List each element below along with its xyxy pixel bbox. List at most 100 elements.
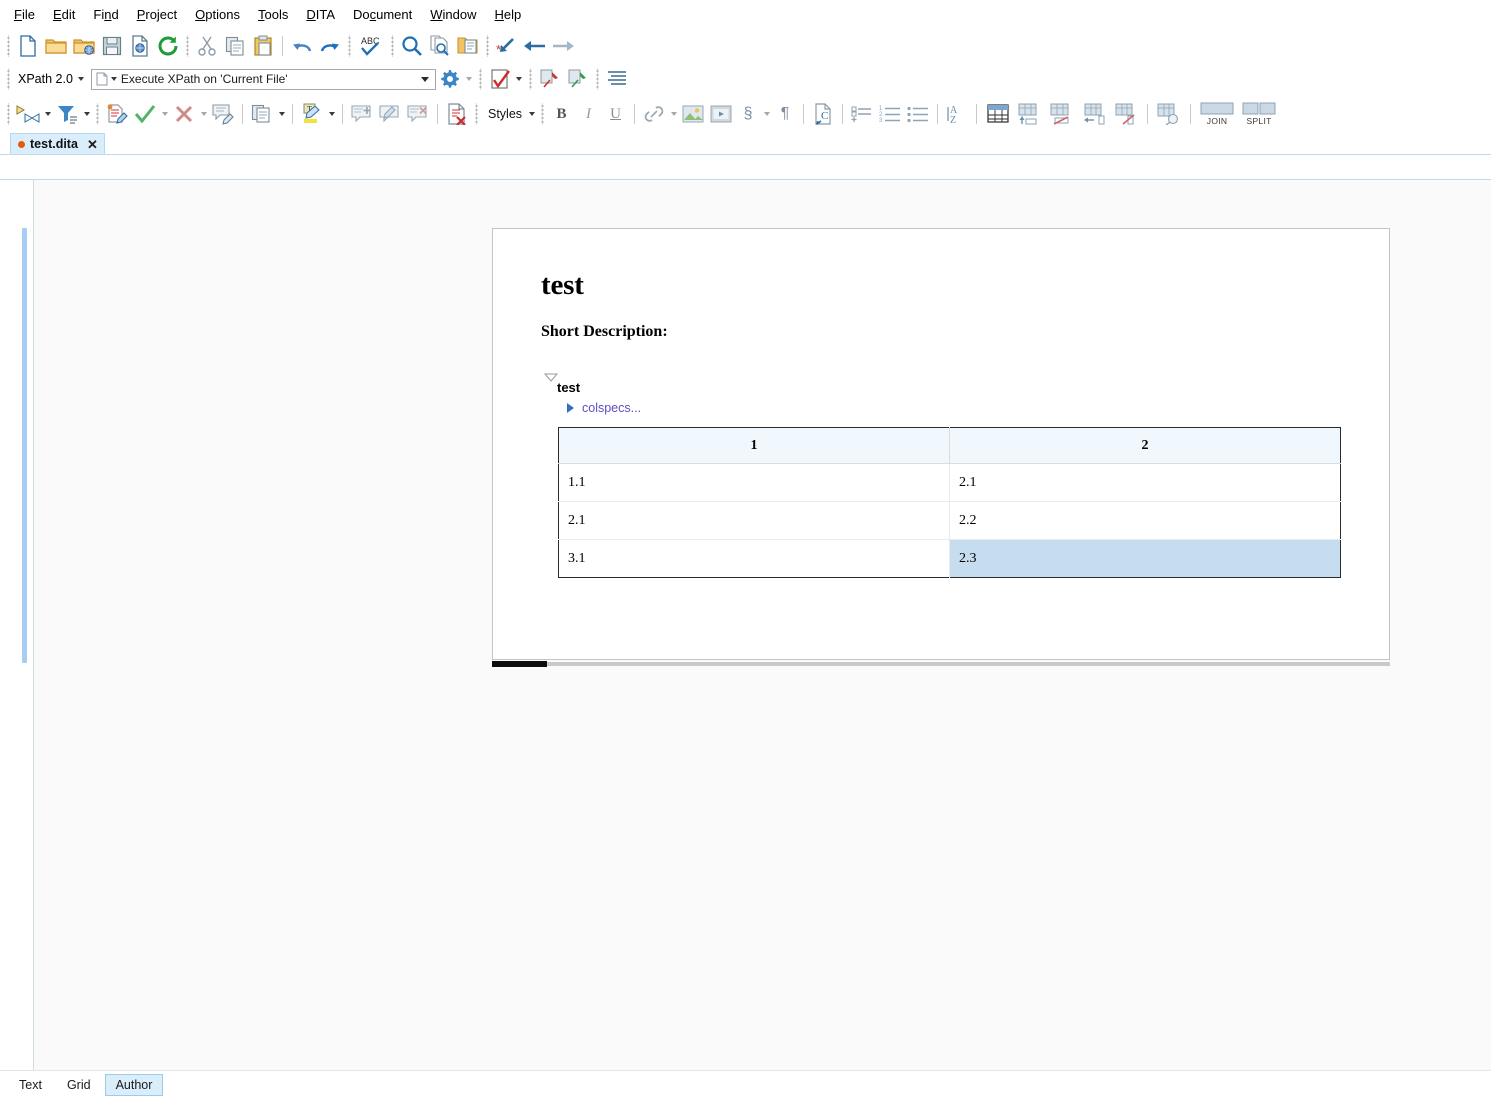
expand-triangle-icon[interactable] xyxy=(567,403,574,413)
menu-item-document[interactable]: Document xyxy=(344,3,421,26)
link-chevron-down-icon[interactable] xyxy=(668,101,679,127)
author-canvas[interactable]: test Short Description: test colspecs...… xyxy=(34,180,1491,1070)
table-properties-icon[interactable] xyxy=(1153,100,1185,128)
tab-author[interactable]: Author xyxy=(104,1073,164,1096)
table-header-cell-2[interactable]: 2 xyxy=(949,427,1341,464)
definition-list-icon[interactable] xyxy=(848,100,876,128)
menu-item-window[interactable]: Window xyxy=(421,3,485,26)
delete-column-icon[interactable] xyxy=(1110,100,1142,128)
collapse-triangle-icon[interactable] xyxy=(544,373,558,382)
review-toolbar-grip[interactable] xyxy=(5,103,12,125)
horizontal-scrollbar-thumb[interactable] xyxy=(492,661,547,667)
format-indent-icon[interactable] xyxy=(603,65,631,93)
reject-change-icon[interactable] xyxy=(170,100,198,128)
xpath-version-chevron-down-icon[interactable] xyxy=(76,66,87,92)
toolbar-grip-edit[interactable] xyxy=(184,34,191,57)
find-replace-icon[interactable] xyxy=(398,32,426,60)
copy-style-chevron-down-icon[interactable] xyxy=(276,101,287,127)
toolbar-grip-nav[interactable] xyxy=(484,34,491,57)
menu-item-file[interactable]: FFileile xyxy=(5,3,44,26)
accept-change-icon[interactable] xyxy=(131,100,159,128)
bullet-list-icon[interactable] xyxy=(904,100,932,128)
highlight-chevron-down-icon[interactable] xyxy=(326,101,337,127)
insert-media-icon[interactable] xyxy=(707,100,735,128)
menu-item-help[interactable]: Help xyxy=(486,3,531,26)
styles-dropdown[interactable]: Styles xyxy=(482,107,526,121)
validate-chevron-down-icon[interactable] xyxy=(514,66,525,92)
validate-document-icon[interactable] xyxy=(443,100,471,128)
styles-toolbar-grip[interactable] xyxy=(473,103,480,125)
navigate-forward-icon[interactable] xyxy=(549,32,577,60)
horizontal-scrollbar-track[interactable] xyxy=(492,662,1390,666)
new-file-icon[interactable] xyxy=(14,32,42,60)
table-cell-r2c0[interactable]: 3.1 xyxy=(558,539,950,578)
find-in-document-icon[interactable] xyxy=(426,32,454,60)
filter-changes-icon[interactable] xyxy=(53,100,81,128)
toolbar-grip-find[interactable] xyxy=(346,34,353,57)
highlight-icon[interactable]: T xyxy=(298,100,326,128)
toolbar-grip[interactable] xyxy=(5,34,12,57)
open-folder-icon[interactable] xyxy=(42,32,70,60)
insert-image-icon[interactable] xyxy=(679,100,707,128)
xpath-settings-chevron-down-icon[interactable] xyxy=(464,66,475,92)
manage-comment-icon[interactable] xyxy=(209,100,237,128)
xpath-scope-chevron-down-icon[interactable] xyxy=(110,72,119,86)
find-in-folder-icon[interactable] xyxy=(454,32,482,60)
copy-icon[interactable] xyxy=(221,32,249,60)
go-to-last-edit-icon[interactable]: * xyxy=(493,32,521,60)
cut-icon[interactable] xyxy=(193,32,221,60)
navigate-back-icon[interactable] xyxy=(521,32,549,60)
validate-toolbar-grip[interactable] xyxy=(476,68,484,90)
menu-item-edit[interactable]: Edit xyxy=(44,3,84,26)
save-icon[interactable] xyxy=(98,32,126,60)
menu-item-find[interactable]: Find xyxy=(84,3,127,26)
accept-change-chevron-down-icon[interactable] xyxy=(159,101,170,127)
menu-item-dita[interactable]: DITA xyxy=(297,3,344,26)
join-cells-button[interactable]: JOIN xyxy=(1196,100,1238,128)
toolbar-grip-search[interactable] xyxy=(389,34,396,57)
xpath-combo-chevron-down-icon[interactable] xyxy=(421,77,435,82)
colspecs-label[interactable]: colspecs... xyxy=(582,401,641,415)
format-toolbar-grip[interactable] xyxy=(593,68,601,90)
table-header-cell-1[interactable]: 1 xyxy=(558,427,950,464)
bold-button[interactable]: B xyxy=(548,101,575,127)
open-url-folder-icon[interactable] xyxy=(70,32,98,60)
track-changes-chevron-down-icon[interactable] xyxy=(42,101,53,127)
dita-table[interactable]: 1 2 1.1 2.1 2.1 2.2 3.1 2.3 xyxy=(558,427,1341,578)
table-cell-r1c0[interactable]: 2.1 xyxy=(558,501,950,540)
insert-character-icon[interactable]: C xyxy=(809,100,837,128)
tab-text[interactable]: Text xyxy=(8,1074,53,1096)
underline-button[interactable]: U xyxy=(602,101,629,127)
xpath-input[interactable]: Execute XPath on 'Current File' xyxy=(90,68,436,90)
numbered-list-icon[interactable]: 123 xyxy=(876,100,904,128)
add-comment-icon[interactable] xyxy=(348,100,376,128)
split-cells-button[interactable]: SPLIT xyxy=(1238,100,1280,128)
xpath-settings-icon[interactable] xyxy=(436,65,464,93)
link-icon[interactable] xyxy=(640,100,668,128)
reload-icon[interactable] xyxy=(154,32,182,60)
italic-button[interactable]: I xyxy=(575,101,602,127)
remove-comment-icon[interactable] xyxy=(404,100,432,128)
table-cell-r0c1[interactable]: 2.1 xyxy=(949,463,1341,502)
insert-row-icon[interactable] xyxy=(1014,100,1046,128)
xpath-version-label[interactable]: XPath 2.0 xyxy=(14,72,76,86)
styles-chevron-down-icon[interactable] xyxy=(526,101,537,127)
document-page[interactable]: test Short Description: test colspecs...… xyxy=(492,228,1390,660)
paragraph-icon[interactable]: ¶ xyxy=(772,101,798,127)
insert-column-icon[interactable] xyxy=(1078,100,1110,128)
validate-icon[interactable] xyxy=(486,65,514,93)
format-buttons-grip[interactable] xyxy=(539,103,547,125)
table-cell-r2c1-selected[interactable]: 2.3 xyxy=(949,539,1341,578)
menu-item-project[interactable]: Project xyxy=(128,3,186,26)
redo-icon[interactable] xyxy=(316,32,344,60)
track-changes-icon[interactable] xyxy=(14,100,42,128)
pin-toolbar-grip[interactable] xyxy=(526,68,534,90)
fold-range-indicator[interactable] xyxy=(22,228,27,663)
menu-item-options[interactable]: Options xyxy=(186,3,249,26)
edit-document-icon[interactable] xyxy=(103,100,131,128)
sort-az-icon[interactable]: AZ xyxy=(943,100,971,128)
table-cell-r1c1[interactable]: 2.2 xyxy=(949,501,1341,540)
pin-red-icon[interactable] xyxy=(536,65,564,93)
tab-grid[interactable]: Grid xyxy=(56,1074,102,1096)
close-icon[interactable]: ✕ xyxy=(87,138,98,151)
